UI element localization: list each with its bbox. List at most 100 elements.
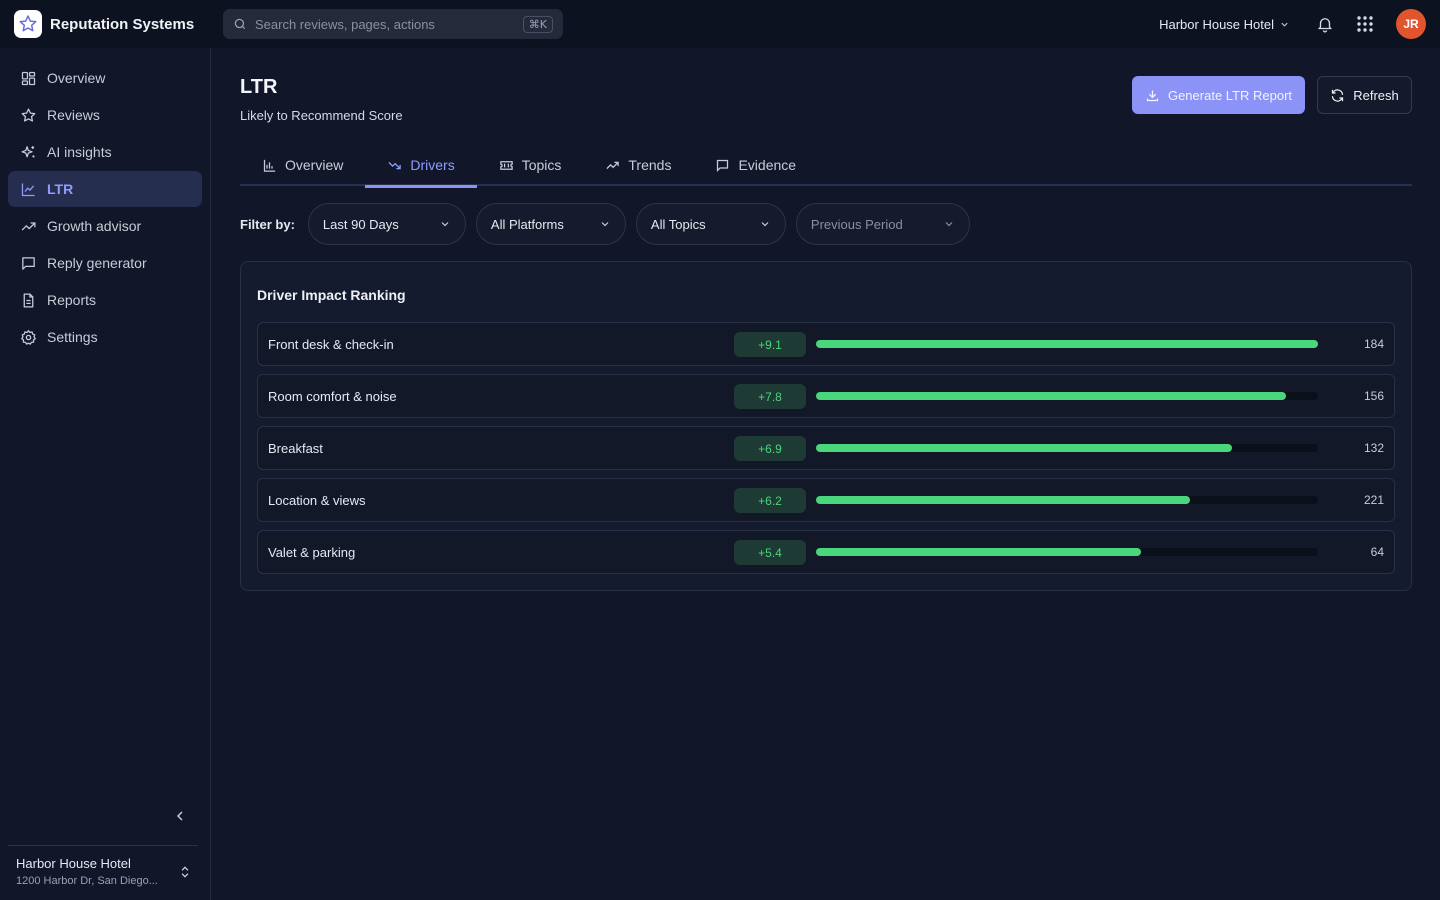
sidebar-item-label: LTR — [47, 181, 74, 197]
tab-label: Trends — [628, 157, 672, 173]
refresh-button[interactable]: Refresh — [1317, 76, 1412, 114]
top-bar: Reputation Systems ⌘K Harbor House Hotel… — [0, 0, 1440, 48]
driver-row[interactable]: Front desk & check-in +9.1 184 — [257, 322, 1395, 366]
impact-bar-fill — [816, 340, 1318, 348]
chevron-down-icon — [945, 222, 953, 227]
chevron-down-icon — [441, 222, 449, 227]
impact-bar-track — [816, 444, 1318, 452]
trend-down-icon — [388, 161, 402, 169]
document-icon — [23, 292, 34, 308]
platform-select[interactable]: All Platforms — [475, 203, 626, 245]
chevron-up-down-icon — [181, 866, 189, 878]
trend-up-icon — [21, 221, 36, 230]
comparison-select[interactable]: Previous Period — [795, 203, 970, 245]
sidebar-item-reviews[interactable]: Reviews — [8, 97, 202, 133]
driver-label: Room comfort & noise — [268, 389, 397, 404]
period-select-value: Last 90 Days — [322, 216, 399, 232]
hotel-switcher[interactable]: Harbor House Hotel — [1159, 17, 1290, 32]
sidebar-item-ai-insights[interactable]: AI insights — [8, 134, 202, 170]
driver-row[interactable]: Location & views +6.2 221 — [257, 478, 1395, 522]
generate-report-label: Generate LTR Report — [1167, 87, 1293, 103]
sidebar-item-label: Reports — [47, 292, 97, 308]
grid-icon — [21, 71, 36, 85]
topic-select[interactable]: All Topics — [635, 203, 786, 245]
brand[interactable]: Reputation Systems — [0, 10, 223, 38]
page-subtitle: Likely to Recommend Score — [240, 108, 403, 123]
period-select[interactable]: Last 90 Days — [307, 203, 466, 245]
tab-label: Evidence — [738, 157, 797, 173]
impact-badge: +5.4 — [734, 540, 806, 565]
apps-button[interactable] — [1356, 15, 1374, 33]
sidebar-item-label: Reply generator — [47, 255, 147, 271]
hotel-selector[interactable]: Harbor House Hotel 1200 Harbor Dr, San D… — [8, 845, 198, 887]
sparkle-icon — [21, 145, 35, 157]
tab-label: Overview — [285, 157, 344, 173]
search-icon — [234, 18, 246, 30]
bar-chart-icon — [263, 159, 276, 172]
search-shortcut: ⌘K — [522, 15, 553, 33]
comparison-select-value: Previous Period — [810, 216, 903, 232]
hotel-selector-toggle[interactable] — [178, 864, 192, 883]
chevron-down-icon — [601, 222, 609, 227]
impact-bar-fill — [816, 548, 1141, 556]
impact-badge: +6.2 — [734, 488, 806, 513]
footer-hotel-name: Harbor House Hotel — [16, 856, 131, 871]
driver-label: Valet & parking — [268, 545, 356, 560]
impact-bar-fill — [816, 392, 1286, 400]
avatar[interactable]: JR — [1396, 9, 1426, 39]
sidebar-item-growth-advisor[interactable]: Growth advisor — [8, 208, 202, 244]
footer-hotel-address: 1200 Harbor Dr, San Diego... — [16, 875, 158, 887]
bell-icon — [1318, 18, 1332, 33]
app-name: Reputation Systems — [50, 15, 195, 33]
driver-row[interactable]: Valet & parking +5.4 64 — [257, 530, 1395, 574]
tab-drivers[interactable]: Drivers — [365, 144, 478, 188]
download-icon — [1146, 90, 1159, 101]
chevron-down-icon — [761, 222, 769, 227]
sidebar-item-overview[interactable]: Overview — [8, 60, 202, 96]
search-bar[interactable]: ⌘K — [223, 9, 563, 39]
sidebar-item-label: Growth advisor — [47, 218, 142, 234]
tab-topics[interactable]: Topics — [477, 144, 584, 186]
tab-label: Drivers — [410, 157, 455, 173]
sidebar-item-label: Reviews — [47, 107, 100, 123]
sidebar-item-settings[interactable]: Settings — [8, 319, 202, 355]
tab-trends[interactable]: Trends — [583, 144, 693, 186]
impact-bar-track — [816, 496, 1318, 504]
hotel-switcher-label: Harbor House Hotel — [1159, 16, 1274, 32]
sidebar-item-label: AI insights — [47, 144, 112, 160]
sidebar-item-label: Settings — [47, 329, 98, 345]
refresh-label: Refresh — [1353, 87, 1399, 103]
search-input[interactable] — [255, 16, 523, 32]
star-icon — [21, 107, 36, 122]
tab-bar: Overview Drivers Topics Trends Evidence — [240, 144, 1412, 188]
impact-bar-fill — [816, 496, 1190, 504]
driver-row[interactable]: Room comfort & noise +7.8 156 — [257, 374, 1395, 418]
impact-bar-track — [816, 392, 1318, 400]
impact-bar-track — [816, 340, 1318, 348]
sidebar-item-reply-generator[interactable]: Reply generator — [8, 245, 202, 281]
generate-report-button[interactable]: Generate LTR Report — [1132, 76, 1305, 114]
message-icon — [22, 256, 35, 270]
mention-count: 132 — [1363, 441, 1384, 455]
notifications-button[interactable] — [1316, 15, 1334, 33]
message-icon — [717, 159, 729, 172]
trend-up-icon — [606, 161, 620, 169]
sidebar-item-ltr[interactable]: LTR — [8, 171, 202, 207]
driver-row[interactable]: Breakfast +6.9 132 — [257, 426, 1395, 470]
impact-badge: +9.1 — [734, 332, 806, 357]
collapse-sidebar-button[interactable] — [172, 808, 188, 827]
tab-evidence[interactable]: Evidence — [693, 144, 818, 186]
apps-grid-icon — [1357, 16, 1373, 32]
sidebar-item-reports[interactable]: Reports — [8, 282, 202, 318]
tab-overview[interactable]: Overview — [240, 144, 365, 186]
filter-bar: Filter by: Last 90 Days All Platforms Al… — [240, 203, 980, 245]
card-title: Driver Impact Ranking — [257, 287, 406, 303]
platform-select-value: All Platforms — [490, 216, 564, 232]
page-title: LTR — [240, 76, 278, 98]
sidebar: Overview Reviews AI insights LTR Growth … — [0, 48, 211, 900]
mention-count: 156 — [1363, 389, 1384, 403]
driver-label: Breakfast — [268, 441, 323, 456]
impact-bar-fill — [816, 444, 1233, 452]
impact-badge: +6.9 — [734, 436, 806, 461]
filter-label: Filter by: — [240, 216, 295, 232]
